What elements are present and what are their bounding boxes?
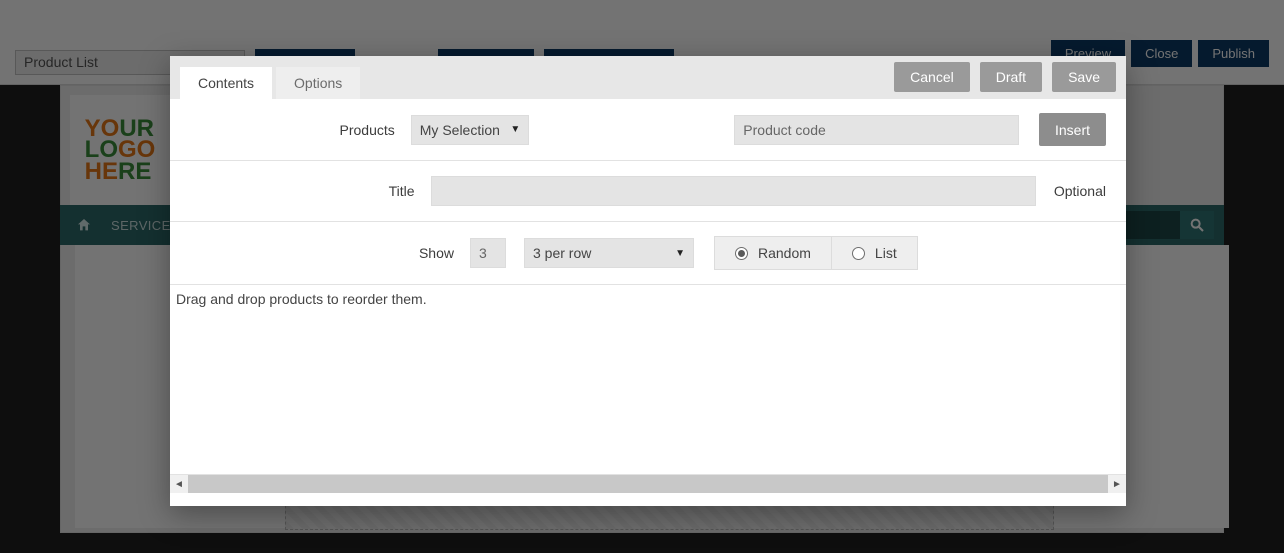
save-button[interactable]: Save (1052, 62, 1116, 92)
section-show: Show 3 per row ▼ Random (170, 222, 1126, 285)
show-label: Show (170, 245, 470, 261)
viewport: Product List Ghost Preview Close Publish… (0, 0, 1284, 553)
draft-button[interactable]: Draft (980, 62, 1042, 92)
tab-contents-label: Contents (198, 75, 254, 91)
scroll-track[interactable] (188, 475, 1108, 493)
product-code-input[interactable] (734, 115, 1019, 145)
product-list-modal: Contents Options Cancel Draft Save Produ… (170, 56, 1126, 506)
section-title: Title Optional (170, 161, 1126, 222)
display-mode-toggle: Random List (714, 236, 918, 270)
section-products: Products My Selection ▼ Insert (170, 99, 1126, 161)
row-products: Products My Selection ▼ Insert (170, 99, 1126, 160)
tab-options-label: Options (294, 75, 342, 91)
row-title: Title Optional (170, 161, 1126, 221)
insert-button[interactable]: Insert (1039, 113, 1106, 146)
modal-header: Contents Options Cancel Draft Save (170, 56, 1126, 99)
list-label: List (875, 245, 897, 261)
tab-options[interactable]: Options (276, 67, 360, 99)
scroll-left-icon[interactable]: ◄ (170, 475, 188, 493)
products-source-select[interactable]: My Selection ▼ (411, 115, 530, 145)
title-label: Title (170, 183, 431, 199)
cancel-button[interactable]: Cancel (894, 62, 970, 92)
display-mode-list[interactable]: List (831, 237, 917, 269)
title-input[interactable] (431, 176, 1036, 206)
per-row-select[interactable]: 3 per row ▼ (524, 238, 694, 268)
horizontal-scrollbar[interactable]: ◄ ► (170, 475, 1126, 493)
title-optional-note: Optional (1054, 183, 1106, 199)
chevron-down-icon: ▼ (510, 124, 520, 135)
display-mode-random[interactable]: Random (715, 237, 831, 269)
products-label: Products (170, 122, 411, 138)
per-row-value: 3 per row (533, 245, 591, 261)
tab-contents[interactable]: Contents (180, 67, 272, 99)
products-source-value: My Selection (420, 122, 500, 138)
radio-icon (735, 247, 748, 260)
random-label: Random (758, 245, 811, 261)
show-count-input[interactable] (470, 238, 506, 268)
radio-icon (852, 247, 865, 260)
reorder-hint: Drag and drop products to reorder them. (176, 291, 427, 307)
modal-body: Products My Selection ▼ Insert Title (170, 99, 1126, 506)
modal-tabs: Contents Options (170, 56, 364, 99)
row-show: Show 3 per row ▼ Random (170, 222, 1126, 284)
scroll-right-icon[interactable]: ► (1108, 475, 1126, 493)
modal-actions: Cancel Draft Save (894, 62, 1116, 92)
modal-scrollpane[interactable]: Products My Selection ▼ Insert Title (170, 99, 1126, 506)
reorder-area[interactable]: Drag and drop products to reorder them. (170, 285, 1126, 475)
chevron-down-icon: ▼ (675, 248, 685, 259)
